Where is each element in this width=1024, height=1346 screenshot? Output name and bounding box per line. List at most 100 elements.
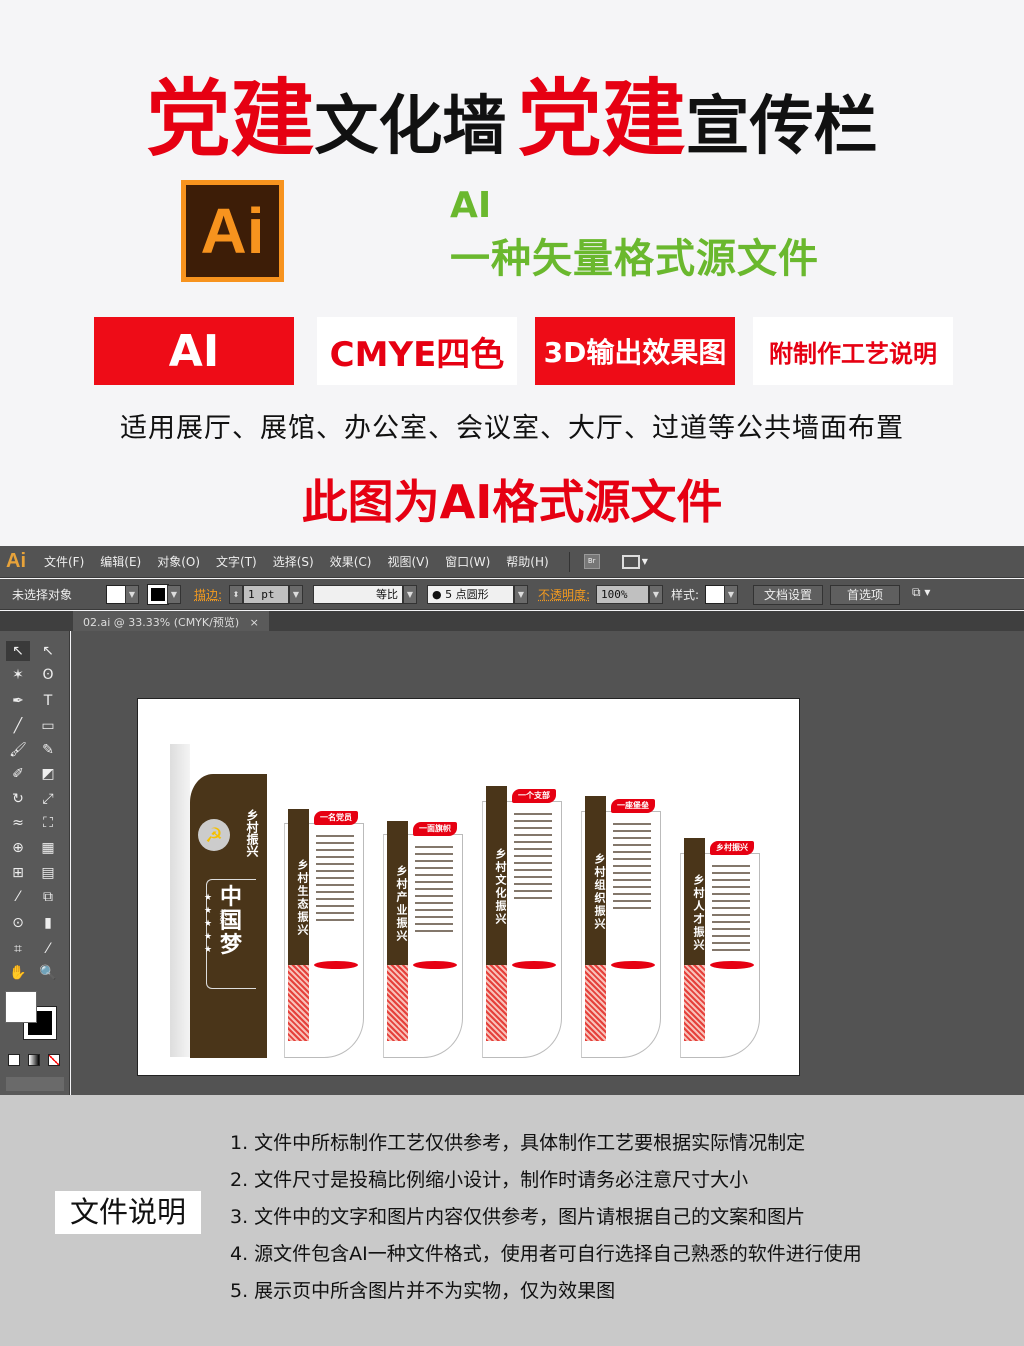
menu-view[interactable]: 视图(V): [387, 553, 429, 570]
opacity-dropdown[interactable]: ▼: [649, 585, 663, 604]
panel-vertical-title: 乡村产业振兴: [387, 821, 408, 965]
lasso-tool-icon[interactable]: ʘ: [36, 665, 60, 685]
main-panel: ☭ 乡村振兴 ★ ★ ★ ★ ★ 中国梦 共筑: [190, 774, 267, 1058]
menu-window[interactable]: 窗口(W): [445, 553, 490, 570]
artboard-tool-icon[interactable]: ⌗: [6, 939, 30, 959]
close-tab-icon[interactable]: ×: [250, 616, 259, 629]
menu-type[interactable]: 文字(T): [216, 553, 257, 570]
arrange-icon[interactable]: ⧉ ▾: [912, 585, 930, 600]
hand-tool-icon[interactable]: ✋: [6, 963, 30, 983]
cloud-ornament-icon: [512, 961, 556, 969]
main-vertical-title: 乡村振兴: [245, 809, 259, 857]
title-black-2: 宣传栏: [685, 90, 878, 164]
cloud-ornament-icon: [413, 961, 457, 969]
cloud-ornament-icon: [314, 961, 358, 969]
bridge-button[interactable]: Br: [583, 554, 600, 569]
document-tab[interactable]: 02.ai @ 33.33% (CMYK/预览) ×: [73, 611, 269, 631]
stroke-weight-input[interactable]: 1 pt: [243, 585, 289, 604]
warp-tool-icon[interactable]: ≈: [6, 813, 30, 833]
app-logo-icon: Ai: [6, 550, 26, 572]
panel-banner: 一面旗帜: [413, 822, 457, 836]
pen-tool-icon[interactable]: ✒: [6, 691, 30, 711]
scale-tool-icon[interactable]: ⤢: [36, 789, 60, 809]
ai-logo-text: Ai: [186, 185, 279, 277]
free-transform-tool-icon[interactable]: ⛶: [36, 813, 60, 833]
rotate-tool-icon[interactable]: ↻: [6, 789, 30, 809]
stroke-stepper[interactable]: ⬍: [229, 585, 243, 604]
paintbrush-tool-icon[interactable]: 🖌: [6, 740, 30, 760]
direct-selection-tool-icon[interactable]: ↖: [36, 641, 60, 661]
fill-color-box[interactable]: [5, 991, 37, 1023]
page-title: 党建文化墙 党建宣传栏: [0, 52, 1024, 173]
arrange-documents-icon[interactable]: [621, 554, 640, 569]
zoom-tool-icon[interactable]: 🔍: [36, 963, 60, 983]
menu-effect[interactable]: 效果(C): [330, 553, 372, 570]
none-mode-icon[interactable]: [48, 1054, 60, 1066]
slice-tool-icon[interactable]: ⁄: [36, 939, 60, 959]
party-emblem-icon: ☭: [198, 819, 230, 851]
menu-select[interactable]: 选择(S): [273, 553, 314, 570]
gradient-tool-icon[interactable]: ▤: [36, 863, 60, 883]
menu-object[interactable]: 对象(O): [157, 553, 200, 570]
brush-dropdown[interactable]: ▼: [514, 585, 528, 604]
document-tab-title[interactable]: 02.ai @ 33.33% (CMYK/预览): [83, 616, 239, 629]
mesh-tool-icon[interactable]: ⊞: [6, 863, 30, 883]
selection-status: 未选择对象: [12, 588, 73, 602]
brush-definition[interactable]: ● 5 点圆形: [427, 585, 514, 604]
style-swatch[interactable]: [705, 585, 725, 604]
opacity-label[interactable]: 不透明度:: [538, 586, 590, 603]
tools-panel: ↖ ↖ ✶ ʘ ✒ T ╱ ▭ 🖌 ✎ ✐ ◩ ↻ ⤢ ≈ ⛶ ⊕ ▦ ⊞ ▤ …: [0, 631, 70, 1095]
gradient-mode-icon[interactable]: [28, 1054, 40, 1066]
panel-body-text: [415, 846, 453, 934]
drawing-mode-icons[interactable]: [6, 1077, 64, 1091]
panel-vertical-title: 乡村生态振兴: [288, 809, 309, 965]
rectangle-tool-icon[interactable]: ▭: [36, 716, 60, 736]
opacity-input[interactable]: 100%: [596, 585, 649, 604]
graph-tool-icon[interactable]: ▮: [36, 913, 60, 933]
format-line-1: AI: [450, 185, 492, 226]
artboard[interactable]: ☭ 乡村振兴 ★ ★ ★ ★ ★ 中国梦 共筑 乡村生态振兴 一名党员 乡村产业振兴 一…: [137, 698, 800, 1076]
menu-help[interactable]: 帮助(H): [506, 553, 548, 570]
menu-edit[interactable]: 编辑(E): [100, 553, 141, 570]
panel-vertical-title: 乡村人才振兴: [684, 838, 705, 965]
shape-builder-tool-icon[interactable]: ⊕: [6, 838, 30, 858]
panel-body-text: [316, 835, 354, 923]
style-dropdown[interactable]: ▼: [724, 585, 738, 604]
panel-banner: 一个支部: [512, 789, 556, 803]
stroke-dropdown[interactable]: ▼: [167, 585, 181, 604]
panel-body-text: [712, 865, 750, 953]
cloud-ornament-icon: [710, 961, 754, 969]
preferences-button[interactable]: 首选项: [830, 585, 900, 605]
perspective-grid-tool-icon[interactable]: ▦: [36, 838, 60, 858]
eyedropper-tool-icon[interactable]: ⁄: [6, 887, 30, 907]
blob-brush-tool-icon[interactable]: ✐: [6, 764, 30, 784]
color-mode-icon[interactable]: [8, 1054, 20, 1066]
panel-banner: 一名党员: [314, 811, 358, 825]
note-item: 2. 文件尺寸是投稿比例缩小设计，制作时请务必注意尺寸大小: [230, 1169, 749, 1191]
format-line-2: 一种矢量格式源文件: [450, 236, 819, 282]
eraser-tool-icon[interactable]: ◩: [36, 764, 60, 784]
document-setup-button[interactable]: 文档设置: [753, 585, 823, 605]
fill-swatch[interactable]: [106, 585, 126, 604]
panel-vertical-title: 乡村文化振兴: [486, 786, 507, 965]
blend-tool-icon[interactable]: ⧉: [36, 887, 60, 907]
selection-tool-icon[interactable]: ↖: [6, 641, 30, 661]
variable-width-profile[interactable]: 等比: [313, 585, 403, 604]
panel-pattern: [585, 965, 606, 1041]
symbol-sprayer-tool-icon[interactable]: ⊙: [6, 913, 30, 933]
stroke-label[interactable]: 描边:: [194, 586, 222, 603]
chevron-down-icon[interactable]: ▼: [642, 557, 648, 566]
type-tool-icon[interactable]: T: [36, 691, 60, 711]
line-tool-icon[interactable]: ╱: [6, 716, 30, 736]
stroke-weight-dropdown[interactable]: ▼: [289, 585, 303, 604]
fill-dropdown[interactable]: ▼: [125, 585, 139, 604]
pencil-tool-icon[interactable]: ✎: [36, 740, 60, 760]
title-black-1: 文化墙: [314, 90, 507, 164]
notes-title: 文件说明: [55, 1191, 201, 1234]
profile-dropdown[interactable]: ▼: [403, 585, 417, 604]
stroke-swatch[interactable]: [147, 584, 169, 605]
menu-bar: Ai 文件(F) 编辑(E) 对象(O) 文字(T) 选择(S) 效果(C) 视…: [0, 546, 1024, 578]
menu-file[interactable]: 文件(F): [44, 553, 84, 570]
magic-wand-tool-icon[interactable]: ✶: [6, 665, 30, 685]
illustrator-logo-icon: Ai: [181, 180, 284, 282]
